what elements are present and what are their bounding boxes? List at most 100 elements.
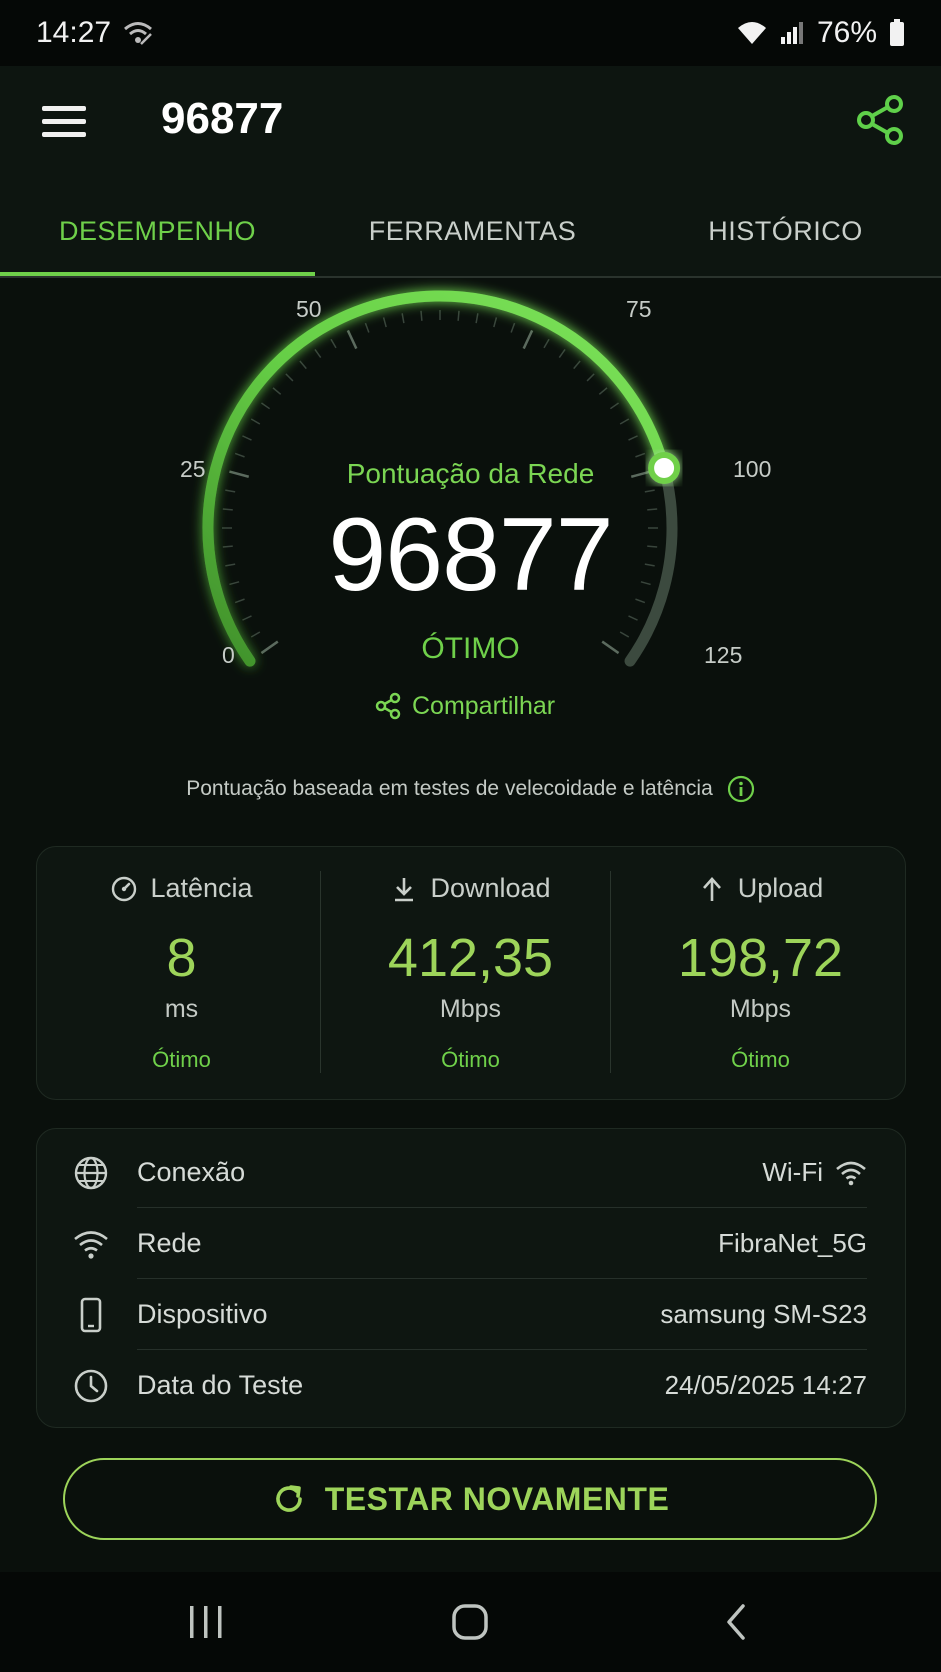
gauge-tick [314, 348, 322, 359]
metric-latency-rating: Ótimo [152, 1047, 211, 1072]
info-row-connection: Conexão Wi-Fi [37, 1137, 905, 1208]
share-button[interactable]: Compartilhar [374, 686, 555, 726]
retest-label: TESTAR NOVAMENTE [324, 1480, 670, 1517]
info-row-date: Data do Teste 24/05/2025 14:27 [37, 1350, 905, 1421]
gauge-tick [364, 322, 370, 333]
info-icon[interactable] [727, 775, 755, 803]
gauge-tick [598, 387, 608, 395]
download-icon [395, 877, 414, 901]
gauge-tick [242, 615, 252, 621]
gauge-tick [242, 435, 252, 441]
recent-apps-button[interactable] [166, 1594, 246, 1650]
info-network-value: FibraNet_5G [718, 1228, 867, 1258]
wifi-icon [74, 1231, 108, 1259]
globe-icon [74, 1156, 108, 1190]
info-row-device: Dispositivo samsung SM-S23 [37, 1279, 905, 1350]
menu-button[interactable] [40, 100, 88, 148]
metric-divider [320, 871, 321, 1073]
gauge-tick [586, 373, 595, 382]
metric-latency-label: Latência [150, 873, 253, 903]
home-button[interactable] [430, 1594, 510, 1650]
gauge-tick [628, 615, 638, 621]
info-connection-value: Wi-Fi [762, 1157, 867, 1188]
gauge-tick [493, 317, 498, 328]
score-gauge: 0 25 50 75 100 125 Pontuação da Rede 968… [0, 278, 941, 748]
basis-text: Pontuação baseada em testes de velecoida… [186, 777, 713, 800]
metric-download-unit: Mbps [439, 995, 502, 1023]
home-icon [452, 1604, 488, 1640]
connection-type: Wi-Fi [762, 1157, 823, 1187]
signal-icon [780, 22, 803, 44]
info-date-value: 24/05/2025 14:27 [664, 1370, 867, 1400]
metric-download-head: Download [326, 873, 615, 904]
metric-divider [610, 871, 611, 1073]
wifi-off-icon [124, 22, 153, 45]
phone-icon [80, 1297, 102, 1333]
gauge-tick [619, 418, 630, 425]
app-title: 96877 [161, 94, 284, 143]
retest-button[interactable]: TESTAR NOVAMENTE [63, 1458, 877, 1540]
gauge-tick [609, 402, 620, 410]
metric-download-label: Download [430, 873, 551, 903]
tab-desempenho[interactable]: DESEMPENHO [0, 186, 315, 276]
tab-historico[interactable]: HISTÓRICO [630, 186, 941, 276]
score-title: Pontuação da Rede [346, 458, 595, 489]
info-network-label: Rede [137, 1228, 202, 1258]
clock-icon [74, 1369, 108, 1403]
metric-latency-value: 8 [166, 928, 197, 988]
gauge-tick [457, 310, 460, 321]
scale-label-75: 75 [626, 296, 652, 322]
battery-icon [890, 19, 904, 46]
back-button[interactable] [696, 1594, 776, 1650]
gauge-tick [299, 360, 307, 370]
gauge-tick [635, 452, 646, 458]
gauge-tick [573, 360, 581, 370]
score-value: 96877 [328, 497, 613, 613]
battery-percent: 76% [816, 16, 877, 49]
system-nav-bar [0, 1572, 941, 1672]
info-device-label: Dispositivo [137, 1299, 268, 1329]
metric-upload: Upload 198,72 Mbps Ótimo [616, 847, 905, 1099]
refresh-icon [275, 1485, 302, 1512]
info-date-label: Data do Teste [137, 1370, 304, 1400]
tab-indicator [0, 272, 315, 276]
hamburger-line [42, 132, 86, 137]
tab-ferramentas[interactable]: FERRAMENTAS [315, 186, 630, 276]
gauge-tick [401, 313, 405, 324]
status-time: 14:27 [36, 16, 112, 49]
wifi-icon [737, 22, 766, 44]
gauge-icon [112, 876, 137, 901]
gauge-tick [475, 313, 479, 324]
scale-label-50: 50 [296, 296, 322, 322]
gauge-tick [285, 373, 294, 382]
metric-upload-rating: Ótimo [731, 1047, 790, 1072]
score-rating: ÓTIMO [421, 632, 520, 665]
gauge-tick [250, 418, 261, 425]
share-icon[interactable] [852, 92, 908, 148]
metric-download-value: 412,35 [387, 928, 554, 988]
metric-upload-unit: Mbps [729, 995, 792, 1023]
tab-bar: DESEMPENHO FERRAMENTAS HISTÓRICO [0, 186, 941, 278]
info-connection-label: Conexão [137, 1157, 246, 1187]
wifi-icon [836, 1161, 866, 1185]
share-icon [375, 692, 401, 720]
gauge-tick [510, 322, 516, 333]
gauge-tick [225, 489, 236, 493]
app-bar: 96877 [0, 66, 941, 186]
info-row-network: Rede FibraNet_5G [37, 1208, 905, 1279]
hamburger-icon [42, 106, 86, 111]
gauge-tick [522, 329, 534, 350]
info-card: Conexão Wi-Fi Rede FibraNet_5G Dispositi… [36, 1128, 906, 1428]
gauge-tick [346, 329, 358, 350]
metrics-card: Latência 8 ms Ótimo Download 412,35 Mbps… [36, 846, 906, 1100]
metric-latency-unit: ms [164, 995, 199, 1023]
gauge-tick [558, 348, 566, 359]
metric-download-rating: Ótimo [441, 1047, 500, 1072]
gauge-tick [272, 387, 282, 395]
gauge-tick [234, 452, 245, 458]
gauge-tick [382, 317, 387, 328]
gauge-tick [420, 310, 423, 321]
share-label: Compartilhar [412, 691, 556, 720]
gauge-tick [330, 338, 337, 349]
gauge-tick [644, 489, 655, 493]
